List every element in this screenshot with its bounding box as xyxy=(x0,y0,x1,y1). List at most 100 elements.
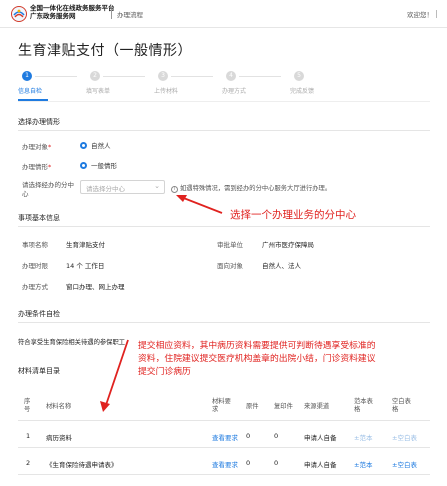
required-mark: * xyxy=(48,163,52,171)
th-sample-line-2: 格 xyxy=(354,406,361,413)
step-4-number: 4 xyxy=(226,71,236,81)
object-radio-label: 自然人 xyxy=(91,142,111,150)
annotation-arrow-2 xyxy=(105,339,129,406)
row-no: 1 xyxy=(26,432,31,440)
center-hint: i 如遇特殊情况，需到经办的分中心服务大厅进行办理。 xyxy=(171,183,331,193)
th-copy: 复印件 xyxy=(274,403,293,410)
header-subtitle: 办理流程 xyxy=(117,11,143,19)
blank-form-download-link[interactable]: ±空白表 xyxy=(392,432,417,442)
step-connector xyxy=(239,76,281,77)
step-connector xyxy=(35,76,77,77)
branch-center-placeholder: 请选择分中心 xyxy=(86,185,125,193)
brand-line-1: 全国一体化在线政务服务平台 xyxy=(30,4,115,12)
page-title: 生育津贴支付（一般情形） xyxy=(18,43,192,59)
brand-name[interactable]: 全国一体化在线政务服务平台 广东政务服务网 xyxy=(30,4,115,20)
info-label-target: 面向对象 xyxy=(217,262,243,270)
step-3-label: 上传材料 xyxy=(154,88,179,95)
user-greeting[interactable]: 欢迎您！ xyxy=(407,9,437,19)
center-hint-text: 如遇特殊情况，需到经办的分中心服务大厅进行办理。 xyxy=(180,185,332,192)
step-1-label: 信息自检 xyxy=(18,88,43,95)
th-no: 序号 xyxy=(24,398,30,414)
situation-radio-general[interactable]: 一般情形 xyxy=(80,160,117,170)
th-name: 材料名称 xyxy=(46,403,72,410)
steps-baseline xyxy=(18,101,430,102)
section-divider xyxy=(18,226,430,227)
view-requirement-link[interactable]: 查看要求 xyxy=(212,459,238,469)
section-title-materials: 材料清单目录 xyxy=(18,367,60,375)
user-greeting-text: 欢迎您！ xyxy=(407,11,433,19)
info-value-approval-unit: 广州市医疗保障局 xyxy=(262,241,314,249)
step-1-number: 1 xyxy=(22,71,32,81)
info-value-target: 自然人、法人 xyxy=(262,262,301,270)
sample-download-link[interactable]: ±范本 xyxy=(354,459,372,469)
row-copy: 0 xyxy=(274,432,279,440)
section-divider xyxy=(18,322,430,323)
info-label-approval-unit: 审批单位 xyxy=(217,241,243,249)
step-3-number: 3 xyxy=(158,71,168,81)
blank-form-download-link[interactable]: ±空白表 xyxy=(392,459,417,469)
center-label: 请选择经办的分中 心 xyxy=(22,181,74,199)
th-blank: 空白表格 xyxy=(392,398,411,414)
table-divider xyxy=(18,447,430,448)
th-blank-line-1: 空白表 xyxy=(392,398,411,405)
annotation-arrowhead-1 xyxy=(176,195,187,202)
section-title-choose: 选择办理情形 xyxy=(18,118,60,126)
sample-download-link[interactable]: ±范本 xyxy=(354,432,372,442)
progress-steps: 1 信息自检 2 填写表单 3 上传材料 4 办理方式 5 完成反馈 xyxy=(0,71,447,101)
row-name: 《生育保险待遇申请表》 xyxy=(46,461,118,469)
object-radio-natural-person[interactable]: 自然人 xyxy=(80,140,111,150)
section-divider xyxy=(18,130,430,131)
th-requirement-line-1: 材料要 xyxy=(212,398,231,405)
annotation-materials-line-2: 资料，住院建议提交医疗机构盖章的出院小结，门诊资料建议 xyxy=(138,354,376,364)
annotation-arrow-1 xyxy=(180,196,223,214)
section-title-basic-info: 事项基本信息 xyxy=(18,214,60,222)
branch-center-select[interactable]: 请选择分中心 ⌄ xyxy=(80,180,165,194)
row-original: 0 xyxy=(246,459,251,467)
row-copy: 0 xyxy=(274,459,279,467)
info-value-item-name: 生育津贴支付 xyxy=(66,241,105,249)
table-divider xyxy=(18,420,430,421)
step-2-number: 2 xyxy=(90,71,100,81)
situation-label-text: 办理情形 xyxy=(22,163,48,171)
row-name: 病历资料 xyxy=(46,434,72,442)
info-label-time-limit: 办理时限 xyxy=(22,262,48,270)
th-requirement: 材料要求 xyxy=(212,398,231,414)
chevron-down-icon: ⌄ xyxy=(154,182,160,190)
situation-label: 办理情形* xyxy=(22,161,51,171)
situation-radio-label: 一般情形 xyxy=(91,162,117,170)
th-blank-line-2: 格 xyxy=(392,406,399,413)
row-no: 2 xyxy=(26,459,31,467)
center-label-line-2: 心 xyxy=(22,190,29,198)
view-requirement-link[interactable]: 查看要求 xyxy=(212,432,238,442)
annotation-materials-line-1: 提交相应资料，其中病历资料需要提供可判断待遇享受标准的 xyxy=(138,341,376,351)
section-title-conditions: 办理条件自检 xyxy=(18,310,60,318)
th-sample: 范本表格 xyxy=(354,398,373,414)
gov-logo-icon xyxy=(11,6,27,22)
th-original: 原件 xyxy=(246,403,259,410)
info-value-time-limit: 14 个 工作日 xyxy=(66,262,105,270)
condition-text: 符合享受生育保险相关待遇的参保职工 xyxy=(18,339,126,346)
th-source: 来源渠道 xyxy=(304,403,330,410)
annotation-materials-line-3: 提交门诊病历 xyxy=(138,367,191,377)
required-mark: * xyxy=(48,143,52,151)
th-no-line-1: 序 xyxy=(24,398,31,405)
th-no-line-2: 号 xyxy=(24,406,31,413)
object-label: 办理对象* xyxy=(22,141,51,151)
radio-selected-icon xyxy=(80,161,87,169)
header-separator xyxy=(111,9,112,19)
radio-selected-icon xyxy=(80,141,87,149)
step-connector xyxy=(103,76,145,77)
center-label-line-1: 请选择经办的分中 xyxy=(22,181,74,189)
th-sample-line-1: 范本表 xyxy=(354,398,373,405)
step-5-label: 完成反馈 xyxy=(290,88,315,95)
info-icon: i xyxy=(171,186,178,193)
step-4-label: 办理方式 xyxy=(222,88,247,95)
annotation-arrowhead-2 xyxy=(100,401,110,412)
info-label-method: 办理方式 xyxy=(22,283,48,291)
info-value-method: 窗口办理、网上办理 xyxy=(66,283,125,291)
step-2-label: 填写表单 xyxy=(86,88,111,95)
info-label-item-name: 事项名称 xyxy=(22,241,48,249)
object-label-text: 办理对象 xyxy=(22,143,48,151)
annotation-materials: 提交相应资料，其中病历资料需要提供可判断待遇享受标准的 资料，住院建议提交医疗机… xyxy=(138,340,376,379)
row-source: 申请人自备 xyxy=(304,461,337,469)
